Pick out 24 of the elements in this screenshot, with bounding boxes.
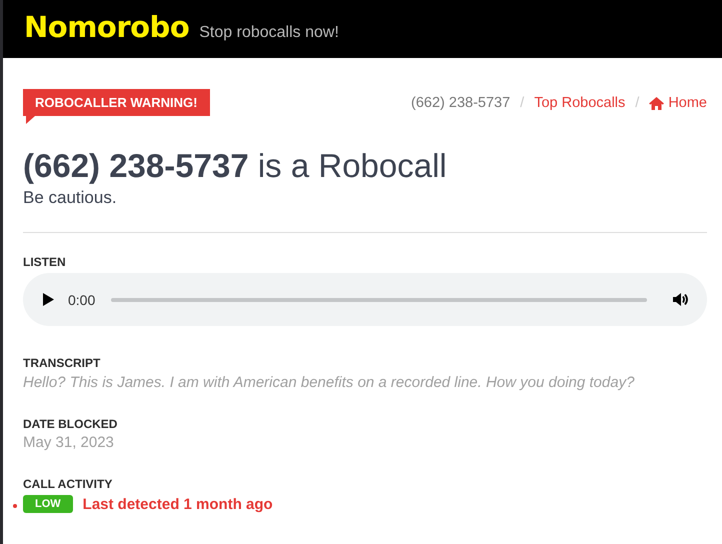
volume-icon[interactable] [673, 292, 689, 307]
time-readout: 0:00 [68, 292, 96, 308]
badge-tail-icon [26, 116, 35, 124]
home-link[interactable]: Home [649, 95, 707, 111]
section-label: CALL ACTIVITY [23, 477, 114, 491]
breadcrumb-current: (662) 238-5737 [411, 95, 510, 111]
breadcrumb-link[interactable]: Top Robocalls [534, 95, 626, 111]
site-tagline: Stop robocalls now! [199, 24, 339, 42]
section-label: DATE BLOCKED [23, 417, 118, 431]
section-label: TRANSCRIPT [23, 356, 102, 370]
transcript-text: Hello? This is James. I am with American benefits on a recorded line. How you doing today? [23, 374, 636, 391]
caution-text: Be cautious. [23, 188, 118, 208]
play-icon[interactable] [43, 293, 54, 306]
home-icon [649, 96, 664, 110]
activity-badge: LOW [23, 495, 73, 513]
page-title: (662) 238-5737 is a Robocall [23, 146, 448, 186]
site-logo[interactable]: Nomorobo [24, 10, 190, 44]
progress-track[interactable] [111, 298, 647, 302]
breadcrumb-separator: / [635, 95, 640, 111]
date-value: May 31, 2023 [23, 434, 115, 451]
bullet-dot [13, 504, 17, 508]
section-label: LISTEN [23, 255, 67, 269]
breadcrumb-separator: / [520, 95, 524, 111]
last-detected-text: Last detected 1 month ago [82, 496, 273, 512]
